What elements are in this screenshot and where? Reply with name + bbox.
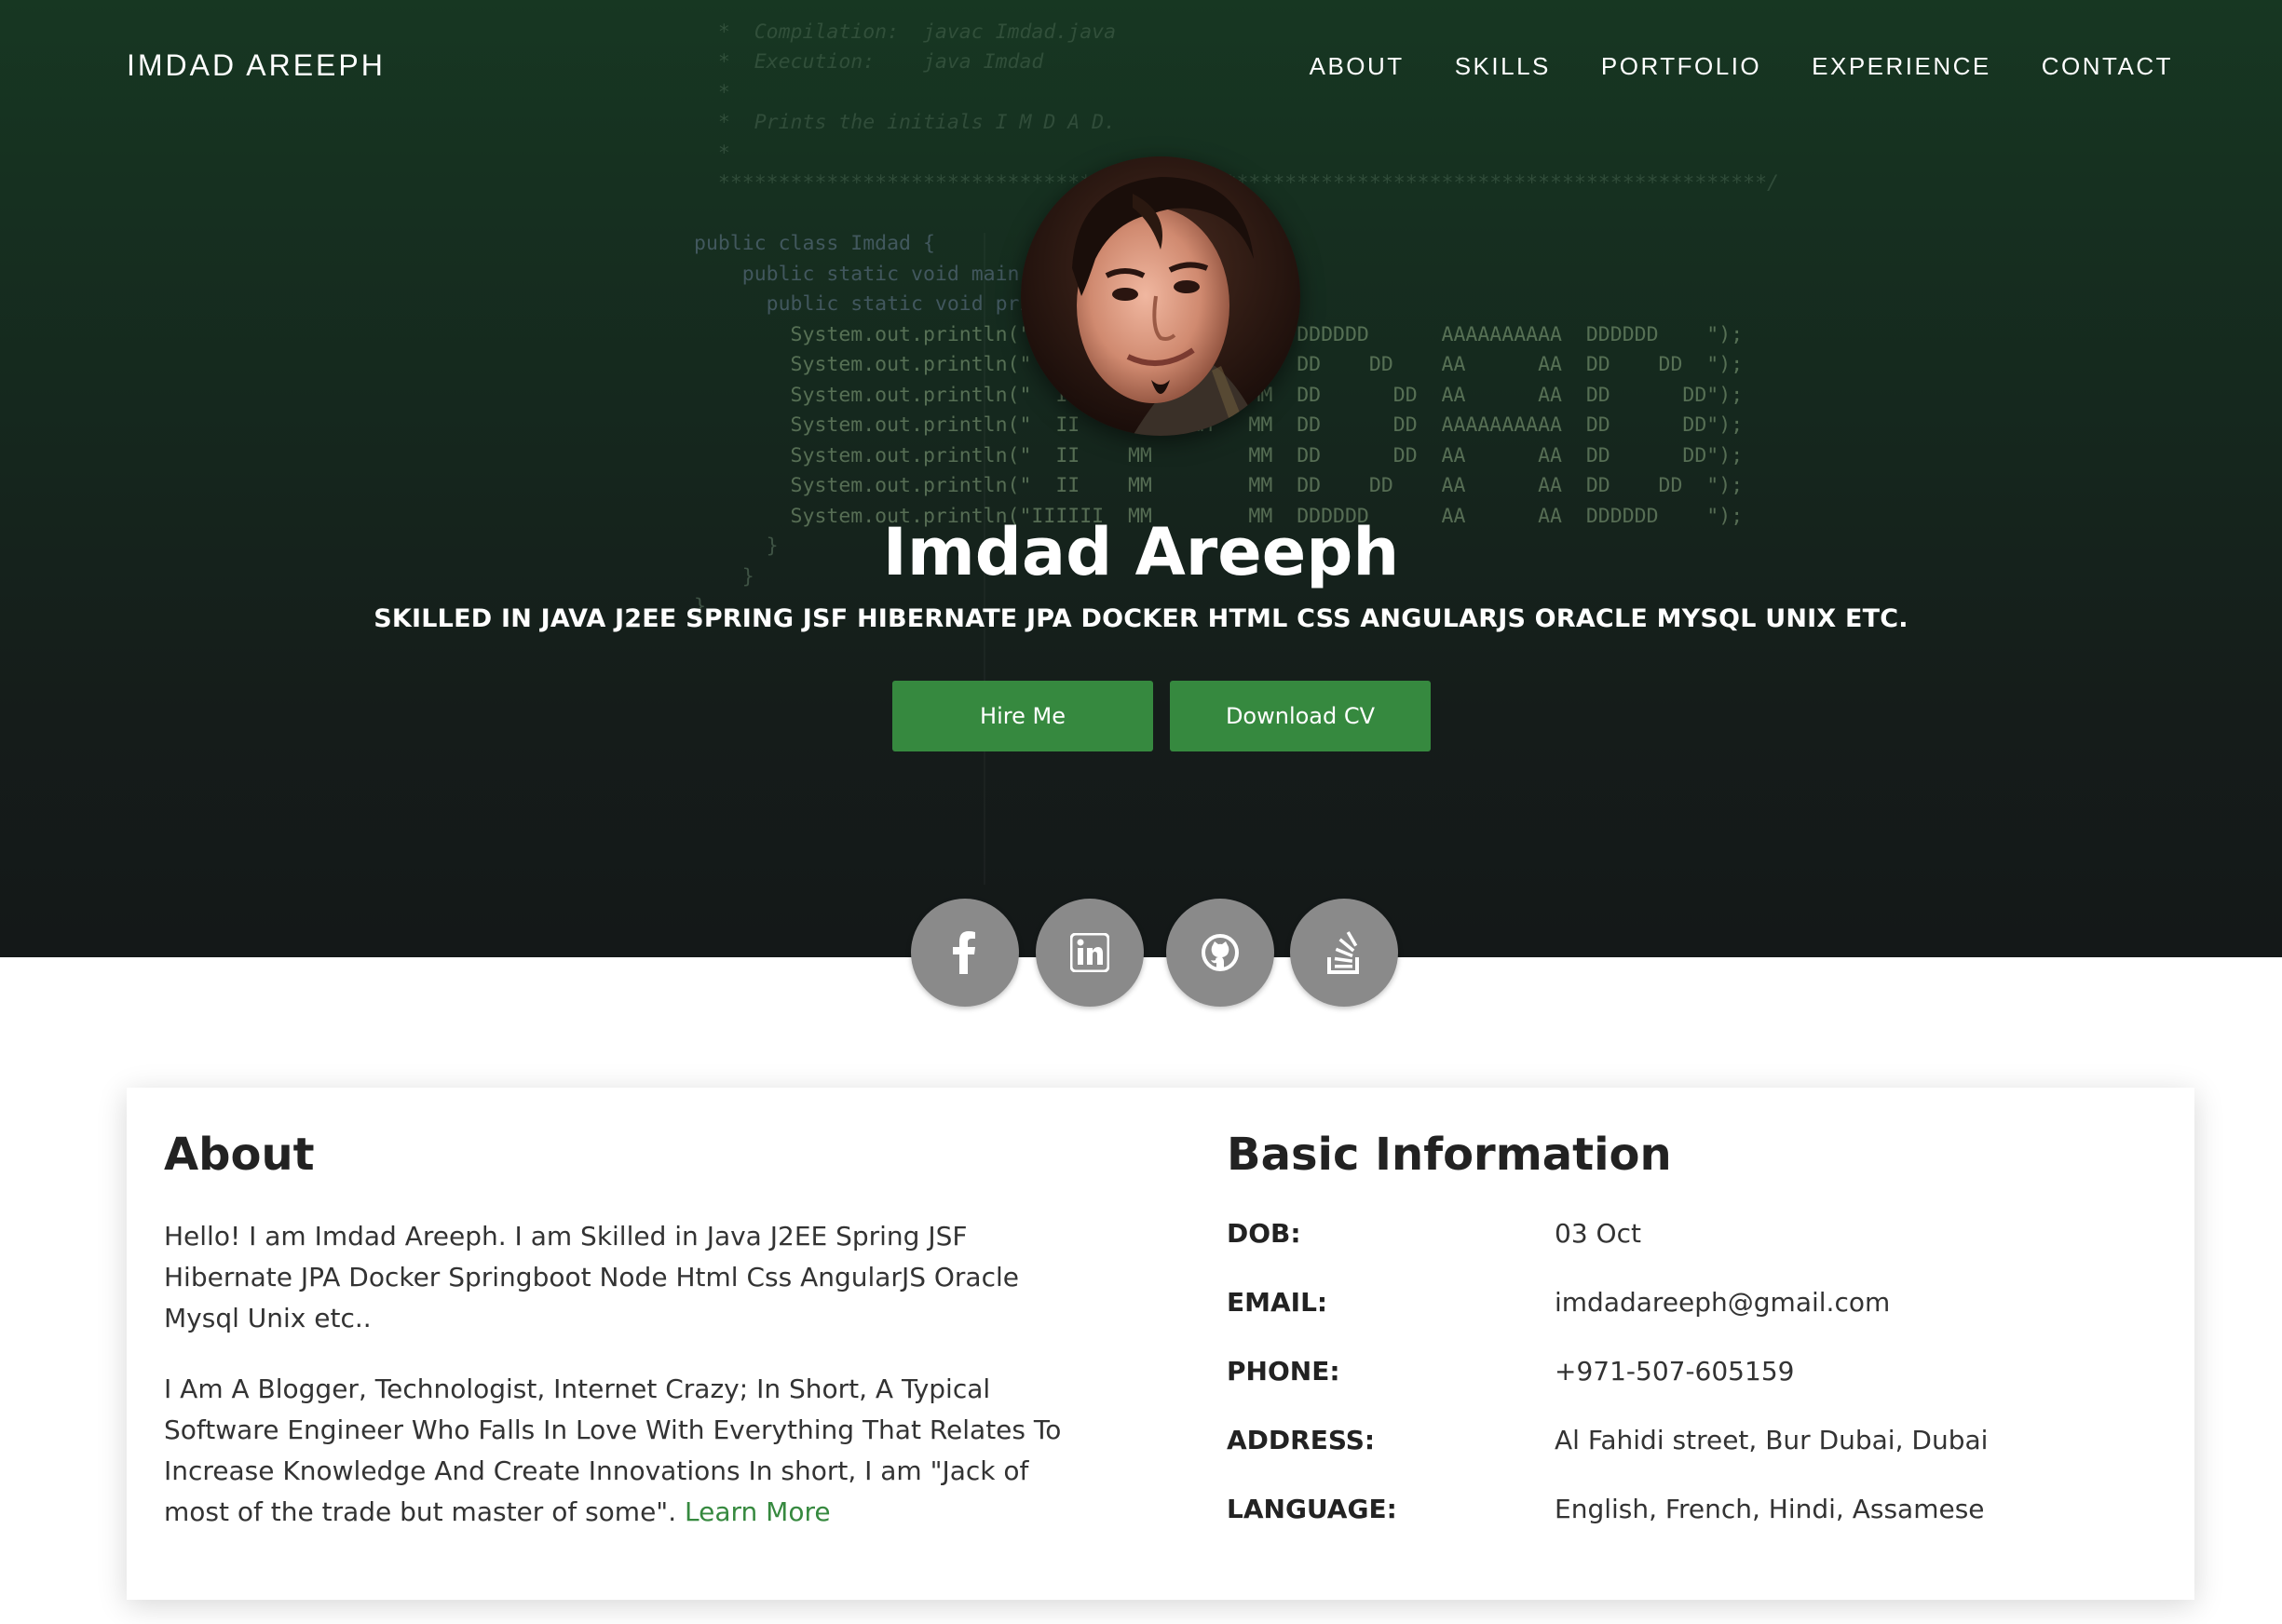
info-value: +971-507-605159 xyxy=(1555,1356,1795,1387)
info-label: EMAIL: xyxy=(1227,1287,1328,1318)
facebook-link[interactable] xyxy=(911,899,1019,1007)
info-row-address: ADDRESS: Al Fahidi street, Bur Dubai, Du… xyxy=(1227,1425,2158,1462)
nav-link-about[interactable]: ABOUT xyxy=(1310,52,1405,81)
nav-link-skills[interactable]: SKILLS xyxy=(1455,52,1551,81)
about-paragraph-1: Hello! I am Imdad Areeph. I am Skilled i… xyxy=(164,1221,1019,1333)
linkedin-icon xyxy=(1070,933,1109,972)
nav-link-contact[interactable]: CONTACT xyxy=(2042,52,2173,81)
info-value: imdadareeph@gmail.com xyxy=(1555,1287,1891,1318)
info-label: DOB: xyxy=(1227,1218,1301,1249)
info-row-dob: DOB: 03 Oct xyxy=(1227,1218,2158,1255)
nav-link-experience[interactable]: EXPERIENCE xyxy=(1812,52,1991,81)
code-line: * Compilation: javac Imdad.java xyxy=(694,20,1117,44)
code-line: * xyxy=(694,141,730,165)
stackoverflow-link[interactable] xyxy=(1290,899,1398,1007)
learn-more-link[interactable]: Learn More xyxy=(685,1496,831,1527)
about-heading: About xyxy=(164,1129,315,1181)
basic-info-heading: Basic Information xyxy=(1227,1129,1672,1181)
about-paragraph-2: I Am A Blogger, Technologist, Internet C… xyxy=(164,1369,1095,1533)
hero-name: Imdad Areeph xyxy=(882,514,1400,590)
code-line: * Prints the initials I M D A D. xyxy=(694,111,1117,134)
main-nav: ABOUT SKILLS PORTFOLIO EXPERIENCE CONTAC… xyxy=(1310,52,2173,81)
linkedin-link[interactable] xyxy=(1036,899,1144,1007)
stackoverflow-icon xyxy=(1327,931,1359,974)
info-label: PHONE: xyxy=(1227,1356,1340,1387)
hero-skills-tagline: SKILLED IN JAVA J2EE SPRING JSF HIBERNAT… xyxy=(374,604,1908,633)
hire-me-button[interactable]: Hire Me xyxy=(892,681,1153,751)
info-row-phone: PHONE: +971-507-605159 xyxy=(1227,1356,2158,1393)
profile-avatar xyxy=(1021,156,1300,436)
info-label: ADDRESS: xyxy=(1227,1425,1376,1455)
info-value: English, French, Hindi, Assamese xyxy=(1555,1494,1985,1524)
nav-brand[interactable]: IMDAD AREEPH xyxy=(127,48,386,83)
code-line: System.out.println(" II MM MM DD DD AA A… xyxy=(694,443,1744,467)
about-paragraph-2-text: I Am A Blogger, Technologist, Internet C… xyxy=(164,1374,1062,1527)
facebook-icon xyxy=(953,931,975,974)
download-cv-button[interactable]: Download CV xyxy=(1170,681,1431,751)
nav-link-portfolio[interactable]: PORTFOLIO xyxy=(1601,52,1761,81)
profile-photo xyxy=(1021,156,1300,436)
code-line: public class Imdad { xyxy=(694,232,935,255)
code-line: * Execution: java Imdad xyxy=(694,50,1044,74)
info-value: Al Fahidi street, Bur Dubai, Dubai xyxy=(1555,1425,1989,1455)
github-icon xyxy=(1202,934,1239,971)
github-link[interactable] xyxy=(1166,899,1274,1007)
info-label: LANGUAGE: xyxy=(1227,1494,1397,1524)
code-line: System.out.println(" II MM MM DD DD AA A… xyxy=(694,474,1744,497)
hero-section: * Compilation: javac Imdad.java * Execut… xyxy=(0,0,2282,957)
info-row-email: EMAIL: imdadareeph@gmail.com xyxy=(1227,1287,2158,1324)
info-value: 03 Oct xyxy=(1555,1218,1641,1249)
code-line: * xyxy=(694,80,730,104)
about-card: About Hello! I am Imdad Areeph. I am Ski… xyxy=(127,1088,2194,1600)
info-row-language: LANGUAGE: English, French, Hindi, Assame… xyxy=(1227,1494,2158,1531)
